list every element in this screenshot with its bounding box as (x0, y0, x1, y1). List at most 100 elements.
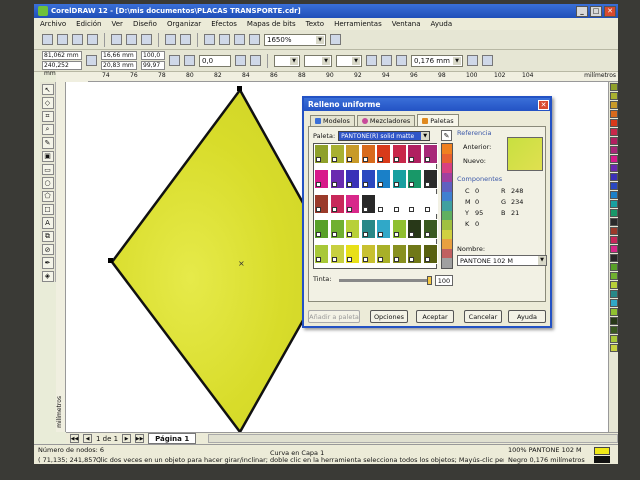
tint-slider-handle[interactable] (427, 276, 432, 285)
selection-handle[interactable] (108, 258, 113, 263)
palette-color-cell[interactable] (610, 335, 618, 343)
color-swatch[interactable] (391, 219, 407, 239)
save-icon[interactable] (72, 34, 83, 45)
palette-band[interactable] (442, 201, 452, 211)
menu-organizar[interactable]: Organizar (167, 20, 201, 28)
palette-color-cell[interactable] (610, 173, 618, 181)
to-back-icon[interactable] (482, 55, 493, 66)
palette-band[interactable] (442, 210, 452, 221)
rectangle-tool-icon[interactable]: ▭ (41, 163, 54, 176)
color-swatch[interactable] (329, 144, 345, 164)
menu-ayuda[interactable]: Ayuda (431, 20, 453, 28)
eyedropper-icon[interactable]: ✎ (441, 130, 452, 141)
horizontal-ruler[interactable]: milímetros 74 76 78 80 82 84 86 88 90 92 94 96 98 100… (88, 72, 618, 82)
color-swatch[interactable] (391, 244, 407, 264)
color-swatch[interactable] (407, 144, 422, 164)
tab-paletas[interactable]: Paletas (417, 114, 459, 126)
next-page-icon[interactable]: ▶ (122, 434, 132, 443)
color-swatch[interactable] (360, 194, 376, 214)
palette-color-cell[interactable] (610, 146, 618, 154)
swatch-grid[interactable] (313, 143, 438, 269)
color-swatch[interactable] (314, 194, 329, 214)
color-swatch[interactable] (391, 144, 407, 164)
palette-band[interactable] (442, 191, 452, 202)
color-swatch[interactable] (376, 194, 391, 214)
menu-archivo[interactable]: Archivo (40, 20, 66, 28)
palette-band[interactable] (442, 258, 452, 268)
color-swatch[interactable] (345, 194, 360, 214)
shape-tool-icon[interactable]: ◇ (41, 97, 54, 109)
cancel-button[interactable]: Cancelar (464, 310, 502, 323)
color-swatch[interactable] (360, 169, 376, 189)
color-swatch[interactable] (314, 219, 329, 239)
tab-modelos[interactable]: Modelos (310, 115, 355, 126)
minimize-icon[interactable]: _ (576, 5, 588, 17)
zoom-tool-icon[interactable]: ⌕ (41, 123, 54, 136)
palette-color-cell[interactable] (610, 281, 618, 289)
corel-online-icon[interactable] (249, 34, 260, 45)
text-tool-icon[interactable]: A (41, 217, 54, 229)
import-icon[interactable] (204, 34, 215, 45)
color-swatch[interactable] (422, 194, 438, 214)
palette-color-cell[interactable] (610, 155, 618, 163)
color-swatch[interactable] (314, 244, 329, 264)
palette-scroll-strip[interactable] (441, 143, 453, 269)
snap-icon[interactable] (330, 34, 341, 45)
palette-color-cell[interactable] (610, 299, 618, 307)
palette-color-cell[interactable] (610, 308, 618, 316)
previous-page-icon[interactable]: ◀ (83, 434, 92, 443)
color-swatch[interactable] (329, 244, 345, 264)
tab-mezcladores[interactable]: Mezcladores (356, 115, 416, 126)
color-swatch[interactable] (360, 144, 376, 164)
palette-band[interactable] (442, 248, 452, 259)
palette-color-cell[interactable] (610, 137, 618, 145)
palette-color-cell[interactable] (610, 290, 618, 298)
palette-band[interactable] (442, 163, 452, 173)
menu-texto[interactable]: Texto (306, 20, 324, 28)
options-button[interactable]: Opciones (370, 310, 408, 323)
palette-band[interactable] (442, 182, 452, 192)
palette-color-cell[interactable] (610, 164, 618, 172)
palette-color-cell[interactable] (610, 272, 618, 280)
color-swatch[interactable] (422, 219, 438, 239)
fill-tool-icon[interactable]: ◈ (41, 270, 54, 282)
menu-diseno[interactable]: Diseño (133, 20, 157, 28)
mirror-vertical-icon[interactable] (250, 55, 261, 66)
wrap-text-icon[interactable] (366, 55, 377, 66)
color-swatch[interactable] (329, 194, 345, 214)
color-swatch[interactable] (314, 144, 329, 164)
color-swatch[interactable] (360, 244, 376, 264)
height-input[interactable]: 20,83 mm (101, 61, 137, 70)
selection-handle[interactable] (237, 86, 242, 91)
color-swatch[interactable] (345, 244, 360, 264)
fill-color-swatch[interactable] (594, 447, 610, 455)
line-style-combo[interactable]: ▼ (304, 54, 332, 67)
redo-icon[interactable] (180, 34, 191, 45)
color-swatch[interactable] (314, 169, 329, 189)
ellipse-tool-icon[interactable]: ○ (41, 177, 54, 189)
interactive-blend-tool-icon[interactable]: ⧉ (41, 230, 54, 242)
rotation-angle-input[interactable]: 0,0 (199, 54, 231, 67)
outline-color-swatch[interactable] (594, 456, 610, 463)
color-swatch[interactable] (407, 219, 422, 239)
start-arrow-combo[interactable]: ▼ (274, 54, 300, 67)
menu-ventana[interactable]: Ventana (392, 20, 421, 28)
maximize-icon[interactable]: □ (590, 5, 602, 17)
cut-icon[interactable] (111, 34, 122, 45)
color-swatch[interactable] (407, 169, 422, 189)
palette-color-cell[interactable] (610, 227, 618, 235)
color-swatch[interactable] (407, 194, 422, 214)
export-icon[interactable] (219, 34, 230, 45)
scale-x-input[interactable]: 100,0 (141, 51, 165, 60)
color-swatch[interactable] (345, 169, 360, 189)
color-swatch[interactable] (407, 244, 422, 264)
palette-color-cell[interactable] (610, 191, 618, 199)
palette-color-cell[interactable] (610, 101, 618, 109)
color-swatch[interactable] (422, 244, 438, 264)
menu-herramientas[interactable]: Herramientas (334, 20, 382, 28)
convert-curves-icon[interactable] (381, 55, 392, 66)
palette-color-cell[interactable] (610, 128, 618, 136)
tab-pagina-1[interactable]: Página 1 (148, 433, 197, 444)
dialog-title-bar[interactable]: Relleno uniforme ✕ (304, 98, 550, 111)
width-input[interactable]: 16,66 mm (101, 51, 137, 60)
